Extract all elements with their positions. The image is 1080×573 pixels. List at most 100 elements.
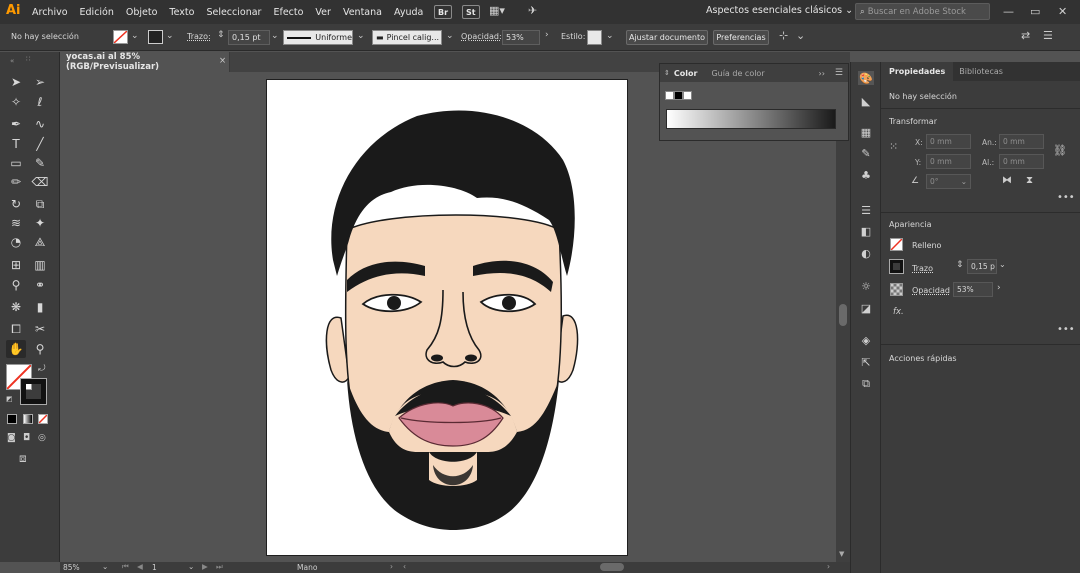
x-field[interactable]: 0 mm (926, 134, 971, 149)
graphic-styles-icon[interactable]: ◪ (858, 301, 874, 315)
bridge-button[interactable]: Br (434, 5, 453, 19)
transparency-panel-icon[interactable]: ◐ (858, 246, 874, 260)
opacity-arrow-icon[interactable]: › (545, 30, 549, 40)
workspace-switcher[interactable]: Aspectos esenciales clásicos ⌄ (706, 5, 853, 16)
artboards-panel-icon[interactable]: ⧉ (858, 377, 874, 391)
mesh-tool-icon[interactable]: ⊞ (6, 256, 26, 274)
horizontal-scroll-thumb[interactable] (600, 563, 624, 571)
width-tool-icon[interactable]: ≋ (6, 214, 26, 232)
stroke-label[interactable]: Trazo: (187, 32, 211, 41)
direct-selection-tool-icon[interactable]: ➢ (30, 73, 50, 91)
white-swatch[interactable] (683, 91, 692, 100)
appearance-stroke-swatch[interactable] (889, 259, 904, 274)
variable-width-profile[interactable]: Uniforme (283, 30, 353, 45)
first-artboard-icon[interactable]: ⏮ (122, 562, 129, 572)
opacity-field[interactable]: 53% (953, 282, 993, 297)
lasso-tool-icon[interactable]: ℓ (30, 93, 50, 111)
scroll-right-icon[interactable]: › (827, 562, 830, 571)
arrange-documents-icon[interactable]: ▦▾ (489, 4, 505, 17)
maximize-icon[interactable]: ▭ (1030, 5, 1040, 18)
brushes-icon[interactable]: ✎ (858, 146, 874, 160)
tab-color[interactable]: Color (674, 69, 698, 78)
tab-libraries[interactable]: Bibliotecas (953, 67, 1009, 76)
selection-tool-icon[interactable]: ➤ (6, 73, 26, 91)
stroke-weight-field[interactable]: 0,15 p (967, 259, 997, 274)
scroll-left-icon[interactable]: ‹ (403, 562, 406, 571)
align-icon[interactable]: ⊹ (779, 29, 788, 42)
reference-point-icon[interactable]: ⁙ (889, 140, 898, 153)
artboard-tool-icon[interactable]: ⧠ (6, 320, 26, 338)
toolbar-collapse-icon[interactable]: « (10, 57, 14, 65)
tab-properties[interactable]: Propiedades (881, 62, 954, 81)
menu-archivo[interactable]: Archivo (32, 7, 68, 18)
type-tool-icon[interactable]: T (6, 135, 26, 153)
curvature-tool-icon[interactable]: ∿ (30, 115, 50, 133)
scroll-down-icon[interactable]: ▼ (839, 550, 844, 558)
opacity-label[interactable]: Opacidad: (461, 32, 502, 41)
stroke-weight-dropdown-icon[interactable]: ⌄ (999, 260, 1006, 269)
profile-dropdown-icon[interactable]: ⌄ (357, 31, 365, 41)
zoom-tool-icon[interactable]: ⚲ (30, 340, 50, 358)
panel-collapse-icon[interactable]: ›› (819, 69, 825, 78)
stroke-swatch[interactable] (148, 30, 163, 44)
panel-menu-icon[interactable]: ☰ (835, 68, 843, 78)
menu-objeto[interactable]: Objeto (126, 7, 158, 18)
menu-ayuda[interactable]: Ayuda (394, 7, 423, 18)
perspective-grid-tool-icon[interactable]: ⟁ (30, 233, 50, 251)
zoom-dropdown-icon[interactable]: ⌄ (102, 562, 108, 571)
draw-behind-icon[interactable]: ◘ (23, 433, 30, 443)
flip-horizontal-icon[interactable]: ⧓ (1002, 175, 1012, 186)
height-field[interactable]: 0 mm (999, 154, 1044, 169)
panel-menu-icon[interactable]: ☰ (1043, 29, 1053, 42)
opacity-field[interactable]: 53% (502, 30, 540, 45)
document-setup-button[interactable]: Ajustar documento (626, 30, 708, 45)
style-swatch[interactable] (587, 30, 602, 45)
zoom-level[interactable]: 85% (63, 563, 80, 572)
rotate-dropdown-icon[interactable]: ⌄ (961, 177, 967, 186)
fill-label[interactable]: Relleno (912, 241, 941, 250)
previous-artboard-icon[interactable]: ◀ (137, 562, 143, 571)
default-colors-icon[interactable]: ◩ (6, 395, 13, 403)
rectangle-tool-icon[interactable]: ▭ (6, 154, 26, 172)
next-artboard-icon[interactable]: ▶ (202, 562, 208, 571)
scroll-thumb[interactable] (839, 304, 847, 326)
stroke-color-swatch[interactable] (20, 378, 47, 405)
pen-tool-icon[interactable]: ✒ (6, 115, 26, 133)
minimize-icon[interactable]: — (1003, 5, 1014, 18)
flip-vertical-icon[interactable]: ⧗ (1026, 175, 1033, 186)
artboard-dropdown-icon[interactable]: ⌄ (188, 562, 194, 571)
layers-panel-icon[interactable]: ◈ (858, 333, 874, 347)
eraser-tool-icon[interactable]: ⌫ (30, 173, 50, 191)
stroke-stepper-icon[interactable]: ⇕ (956, 260, 964, 270)
draw-inside-icon[interactable]: ◎ (38, 433, 46, 443)
width-field[interactable]: 0 mm (999, 134, 1044, 149)
color-spectrum-ramp[interactable] (666, 109, 836, 129)
appearance-fill-swatch[interactable] (890, 238, 903, 251)
opacity-label[interactable]: Opacidad (912, 286, 950, 295)
more-options-icon[interactable]: ••• (1057, 324, 1075, 335)
eyedropper-tool-icon[interactable]: ⚲ (6, 276, 26, 294)
gradient-tool-icon[interactable]: ▥ (30, 256, 50, 274)
constrain-proportions-icon[interactable]: ⛓ (1053, 144, 1067, 157)
magic-wand-tool-icon[interactable]: ✧ (6, 93, 26, 111)
stroke-dropdown-icon[interactable]: ⌄ (166, 31, 174, 41)
menu-texto[interactable]: Texto (169, 7, 194, 18)
stock-button[interactable]: St (462, 5, 480, 19)
hand-tool-icon[interactable]: ✋ (6, 340, 26, 358)
tab-color-guide[interactable]: Guía de color (711, 69, 764, 78)
stock-search-input[interactable]: ⌕ Buscar en Adobe Stock (855, 3, 990, 20)
stroke-weight-field[interactable]: 0,15 pt (228, 30, 270, 45)
fill-dropdown-icon[interactable]: ⌄ (131, 31, 139, 41)
stroke-weight-dropdown-icon[interactable]: ⌄ (271, 31, 279, 41)
symbols-icon[interactable]: ♣ (858, 168, 874, 182)
scale-tool-icon[interactable]: ⧉ (30, 195, 50, 213)
stroke-label[interactable]: Trazo (912, 264, 933, 273)
align-dropdown-icon[interactable]: ⌄ (796, 29, 805, 42)
opacity-arrow-icon[interactable]: › (997, 283, 1001, 293)
more-options-icon[interactable]: ••• (1057, 192, 1075, 203)
appearance-panel-icon[interactable]: ☼ (858, 279, 874, 293)
color-guide-icon[interactable]: ◣ (858, 94, 874, 108)
style-dropdown-icon[interactable]: ⌄ (606, 31, 614, 41)
brush-definition[interactable]: ▬ Pincel calig... (372, 30, 442, 45)
brush-dropdown-icon[interactable]: ⌄ (446, 31, 454, 41)
